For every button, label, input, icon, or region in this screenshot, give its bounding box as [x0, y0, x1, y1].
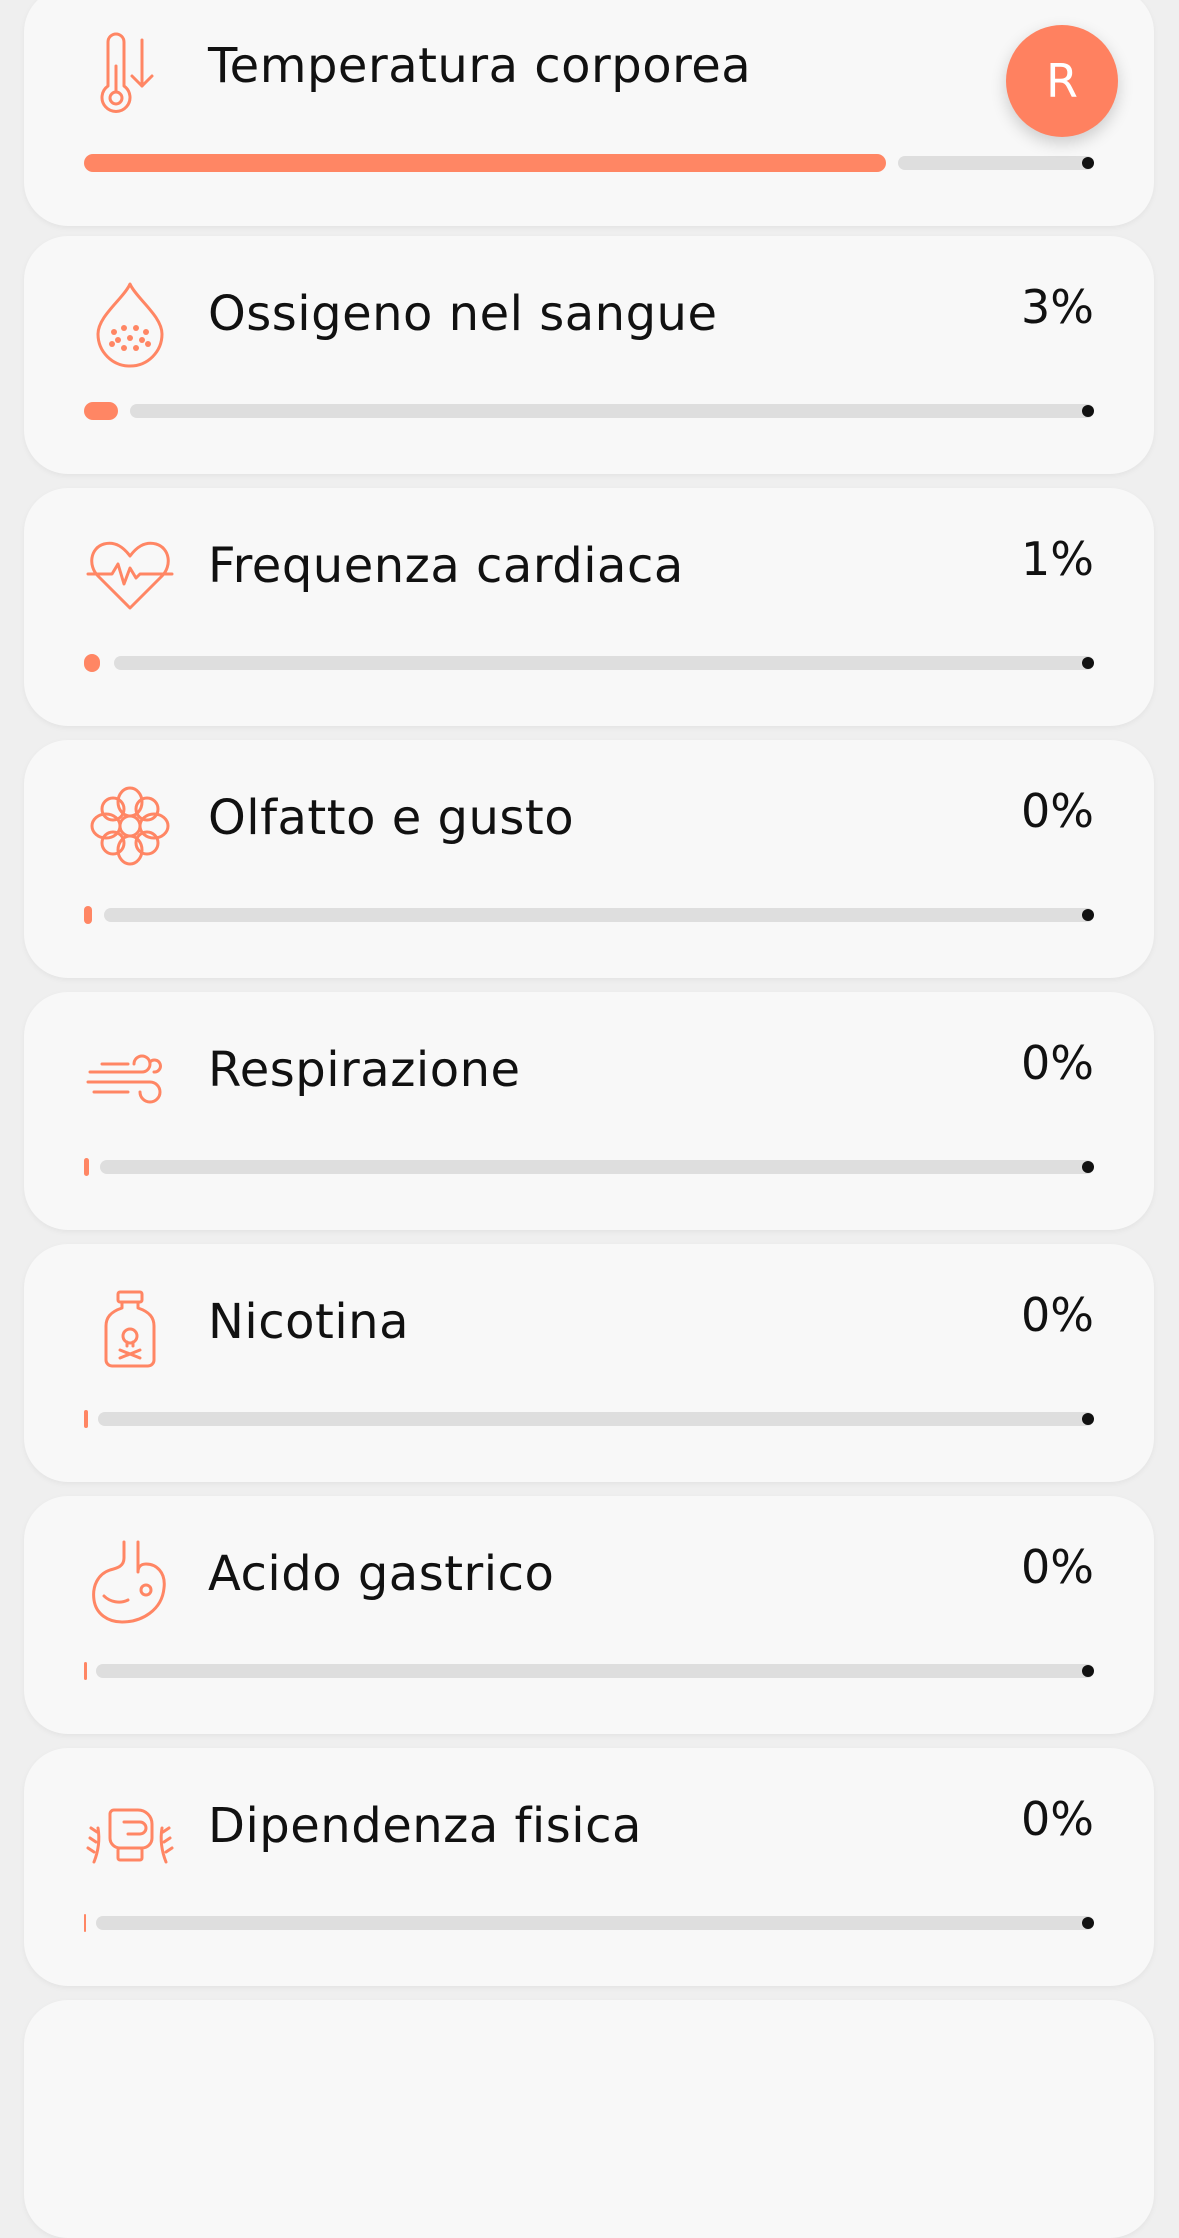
metric-card[interactable]: Nicotina 0% [24, 1244, 1154, 1482]
metric-card[interactable]: Acido gastrico 0% [24, 1496, 1154, 1734]
blood-drop-icon [84, 276, 176, 368]
thermometer-icon [84, 28, 176, 120]
metric-label: Ossigeno nel sangue [208, 286, 718, 342]
progress-bar [84, 1410, 1094, 1428]
metric-card[interactable]: Respirazione 0% [24, 992, 1154, 1230]
metric-label: Acido gastrico [208, 1546, 555, 1602]
flower-icon [84, 780, 176, 872]
metric-card[interactable]: Frequenza cardiaca 1% [24, 488, 1154, 726]
metric-percent: 0% [1021, 1792, 1094, 1846]
metric-percent: 0% [1021, 784, 1094, 838]
metric-label: Nicotina [208, 1294, 409, 1350]
metric-label: Olfatto e gusto [208, 790, 575, 846]
metric-percent: 0% [1021, 1288, 1094, 1342]
wind-icon [84, 1032, 176, 1124]
metric-card[interactable] [24, 2000, 1154, 2238]
poison-bottle-icon [84, 1284, 176, 1376]
progress-bar [84, 402, 1094, 420]
metric-label: Respirazione [208, 1042, 521, 1098]
progress-bar [84, 154, 1094, 172]
metric-percent: 0% [1021, 1540, 1094, 1594]
metric-card[interactable]: Olfatto e gusto 0% [24, 740, 1154, 978]
progress-bar [84, 654, 1094, 672]
metric-card[interactable]: Dipendenza fisica 0% [24, 1748, 1154, 1986]
metric-card[interactable]: Temperatura corporea 7 [24, 0, 1154, 226]
metric-label: Frequenza cardiaca [208, 538, 684, 594]
heartbeat-icon [84, 528, 176, 620]
metric-label: Dipendenza fisica [208, 1798, 642, 1854]
progress-bar [84, 1914, 1094, 1932]
metric-percent: 3% [1021, 280, 1094, 334]
progress-bar [84, 906, 1094, 924]
boxing-glove-icon [84, 1788, 176, 1880]
avatar-button[interactable]: R [1006, 25, 1118, 137]
progress-bar [84, 1158, 1094, 1176]
stomach-icon [84, 1536, 176, 1628]
metric-card[interactable]: Ossigeno nel sangue 3% [24, 236, 1154, 474]
progress-bar [84, 1662, 1094, 1680]
metric-percent: 1% [1021, 532, 1094, 586]
metric-label: Temperatura corporea [208, 38, 752, 94]
metric-percent: 0% [1021, 1036, 1094, 1090]
